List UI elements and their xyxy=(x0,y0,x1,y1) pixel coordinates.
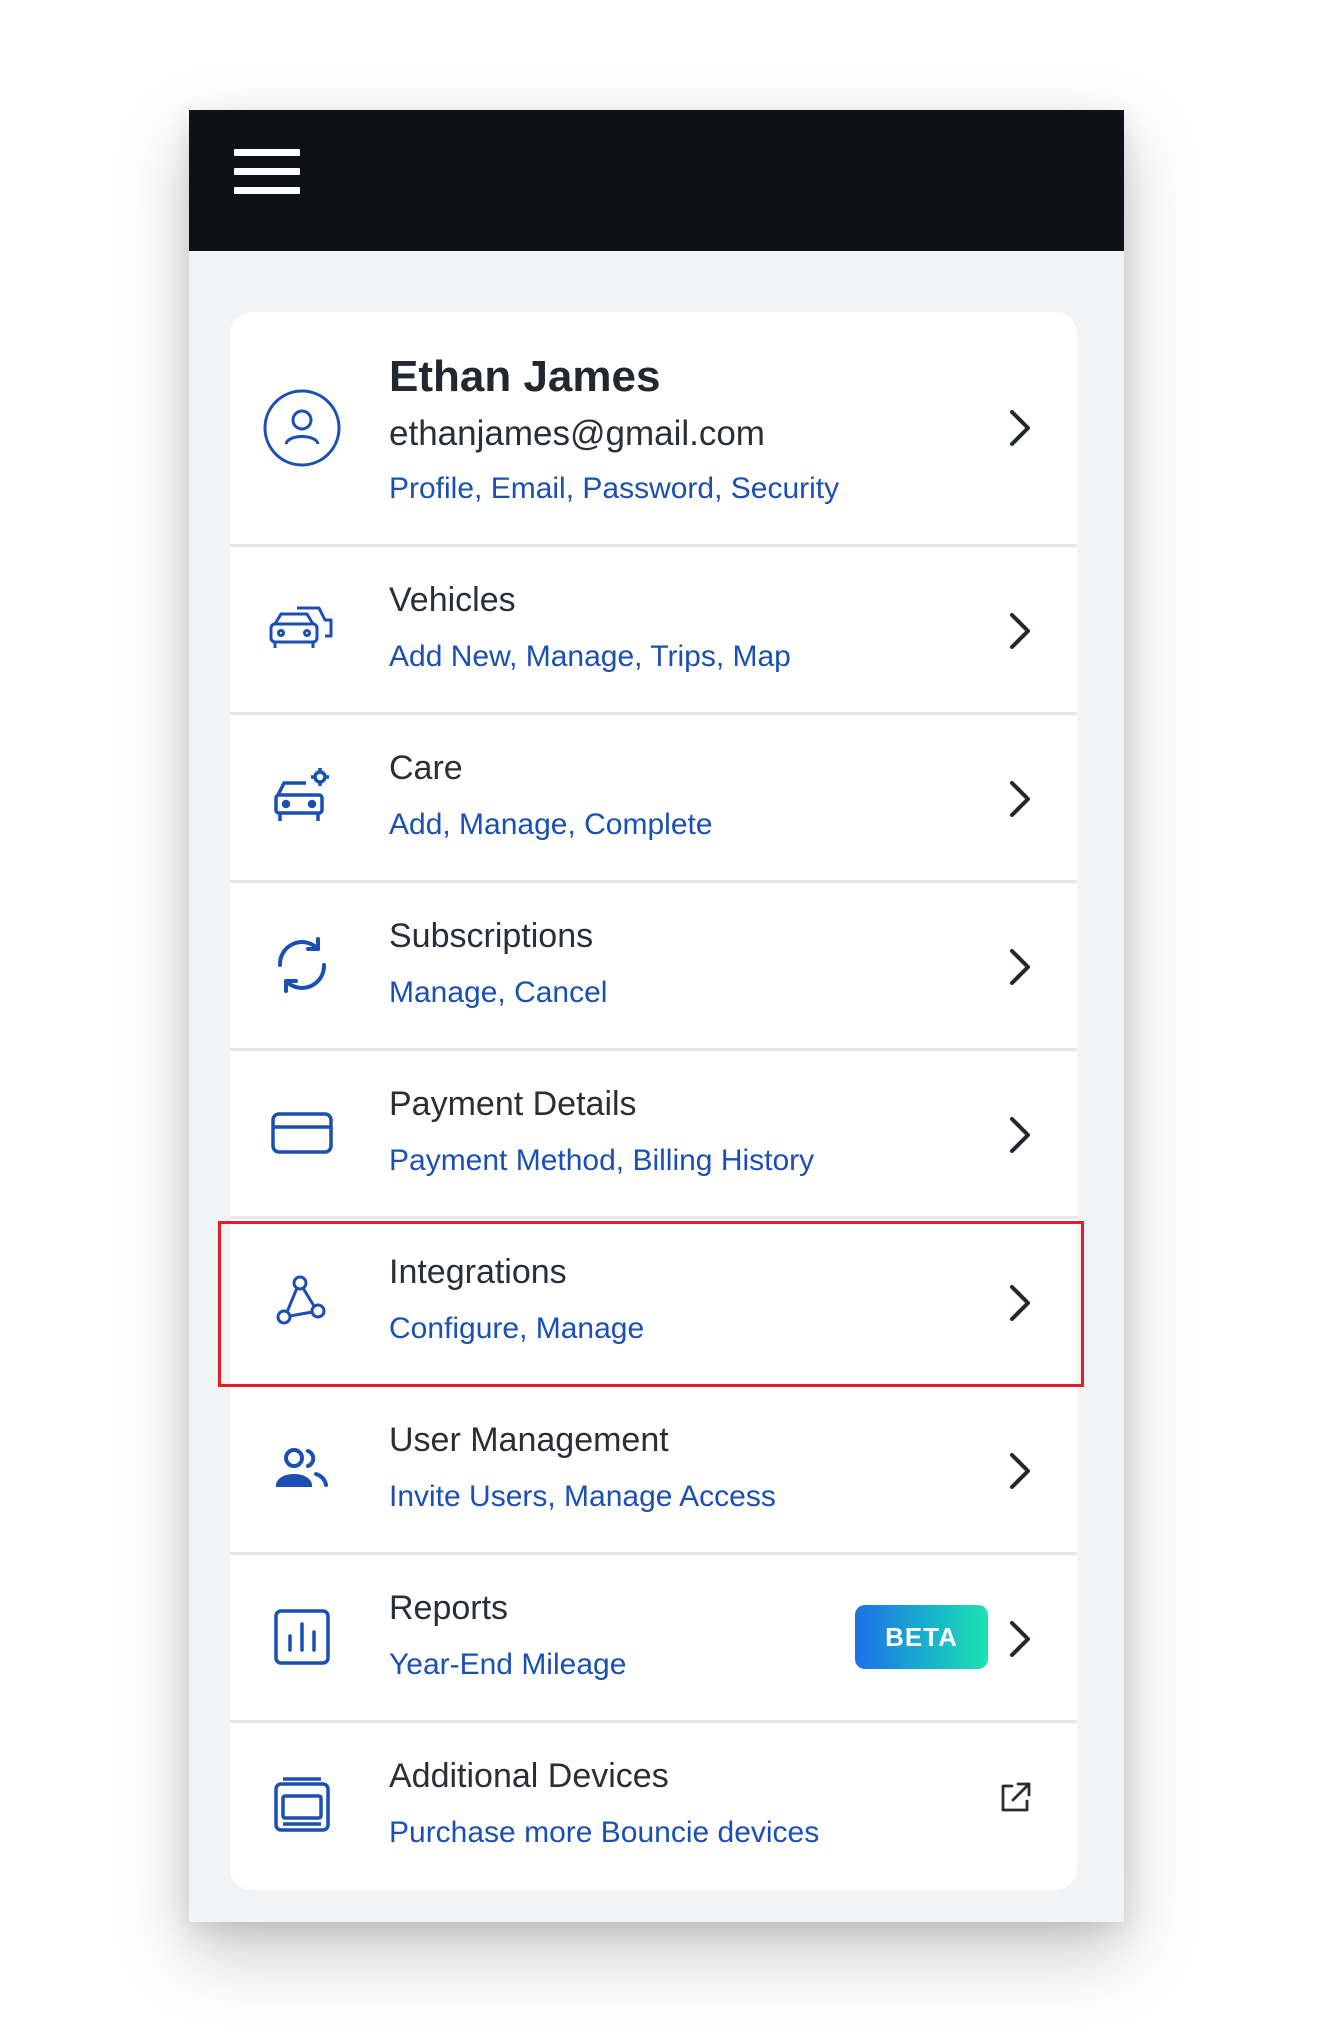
chevron-right-icon xyxy=(1000,1447,1040,1495)
menu-subtitle: Invite Users, Manage Access xyxy=(389,1480,776,1513)
hamburger-menu-icon[interactable] xyxy=(234,146,300,196)
device-icon xyxy=(262,1765,342,1845)
menu-title: Subscriptions xyxy=(389,917,594,955)
menu-item-vehicles[interactable]: Vehicles Add New, Manage, Trips, Map xyxy=(230,547,1077,715)
external-link-icon xyxy=(994,1777,1036,1819)
user-circle-icon xyxy=(262,388,342,468)
menu-subtitle: Add New, Manage, Trips, Map xyxy=(389,640,791,673)
top-bar xyxy=(189,110,1124,251)
menu-item-subscriptions[interactable]: Subscriptions Manage, Cancel xyxy=(230,883,1077,1051)
menu-subtitle: Year-End Mileage xyxy=(389,1648,627,1681)
profile-subtitle: Profile, Email, Password, Security xyxy=(389,472,840,505)
phone-screen: Ethan James ethanjames@gmail.com Profile… xyxy=(189,110,1124,1922)
menu-item-reports[interactable]: Reports Year-End Mileage BETA xyxy=(230,1555,1077,1723)
chevron-right-icon xyxy=(1000,943,1040,991)
chevron-right-icon xyxy=(1000,607,1040,655)
menu-title: Reports xyxy=(389,1589,509,1627)
chevron-right-icon xyxy=(1000,404,1040,452)
chevron-right-icon xyxy=(1000,1615,1040,1663)
car-care-icon xyxy=(262,757,342,837)
chevron-right-icon xyxy=(1000,1111,1040,1159)
profile-row[interactable]: Ethan James ethanjames@gmail.com Profile… xyxy=(230,312,1077,547)
menu-item-integrations[interactable]: Integrations Configure, Manage xyxy=(230,1219,1077,1387)
bar-chart-icon xyxy=(262,1597,342,1677)
menu-subtitle: Manage, Cancel xyxy=(389,976,608,1009)
settings-menu-card: Ethan James ethanjames@gmail.com Profile… xyxy=(230,312,1077,1890)
menu-title: Vehicles xyxy=(389,581,516,619)
menu-subtitle: Payment Method, Billing History xyxy=(389,1144,815,1177)
vehicles-icon xyxy=(262,589,342,669)
menu-title: Integrations xyxy=(389,1253,567,1291)
menu-title: User Management xyxy=(389,1421,669,1459)
chevron-right-icon xyxy=(1000,1279,1040,1327)
refresh-icon xyxy=(262,925,342,1005)
menu-title: Payment Details xyxy=(389,1085,637,1123)
menu-item-payment-details[interactable]: Payment Details Payment Method, Billing … xyxy=(230,1051,1077,1219)
menu-item-additional-devices[interactable]: Additional Devices Purchase more Bouncie… xyxy=(230,1723,1077,1890)
users-icon xyxy=(262,1429,342,1509)
menu-title: Care xyxy=(389,749,463,787)
menu-item-user-management[interactable]: User Management Invite Users, Manage Acc… xyxy=(230,1387,1077,1555)
menu-item-care[interactable]: Care Add, Manage, Complete xyxy=(230,715,1077,883)
menu-subtitle: Purchase more Bouncie devices xyxy=(389,1816,820,1849)
beta-badge: BETA xyxy=(855,1605,988,1669)
menu-title: Additional Devices xyxy=(389,1757,669,1795)
menu-subtitle: Add, Manage, Complete xyxy=(389,808,713,841)
profile-name: Ethan James xyxy=(389,352,661,401)
profile-email: ethanjames@gmail.com xyxy=(389,414,765,453)
integrations-icon xyxy=(262,1261,342,1341)
menu-subtitle: Configure, Manage xyxy=(389,1312,645,1345)
chevron-right-icon xyxy=(1000,775,1040,823)
credit-card-icon xyxy=(262,1093,342,1173)
